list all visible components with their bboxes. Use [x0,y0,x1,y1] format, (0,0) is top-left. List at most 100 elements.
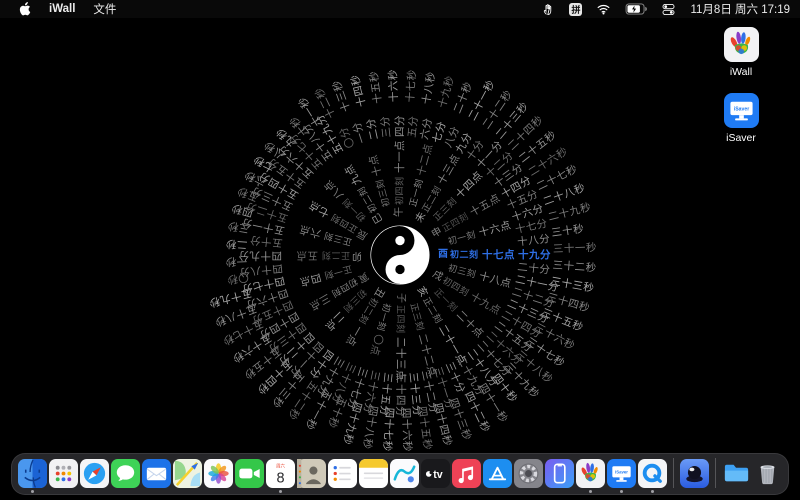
ring-hour-entry: 十点 [367,153,385,178]
dock-item-notes[interactable] [359,458,388,488]
ring-minute-entry: 十八分 [516,233,551,249]
apple-menu-icon[interactable] [10,2,40,16]
ring-hour-entry: 十二点 [415,142,436,178]
running-indicator-dot [620,489,623,493]
dock-item-isaver[interactable]: iSaver [607,458,636,493]
svg-text:iSaver: iSaver [733,106,748,112]
dock-item-appletv[interactable]: tv [421,458,450,488]
ring-quarter-entry: 初一刻 [375,302,393,333]
dock-item-iwall[interactable] [576,458,605,493]
ring-second-entry: 一秒 [224,254,248,268]
dock-item-launchpad[interactable] [49,458,78,488]
dock-item-mail[interactable] [142,458,171,488]
dock: 周六 8 tv iSaver [11,453,789,495]
dock-item-appstore[interactable] [483,458,512,488]
dock-item-calendar[interactable]: 周六 8 [266,458,295,493]
menubar-status-area: 拼 11月8日 周六 17:19 [535,1,800,17]
ring-hour-entry: 二点 [322,308,347,333]
desktop-icon-label: iSaver [726,132,756,144]
ring-minute-entry: 二分 [364,116,382,141]
menubar-left: iWall 文件 [0,1,125,17]
input-source-badge[interactable]: 拼 [569,2,583,16]
ring-hour-entry: 八点 [322,177,347,202]
ring-hour-entry: 二十点 [453,308,486,341]
dock-item-trash[interactable] [753,459,782,488]
ring-quarter-current: 初二刻 [450,249,479,260]
dock-item-iphone-mirroring[interactable] [545,458,574,488]
dock-item-photos[interactable] [204,458,233,488]
ring-hour-entry: 五点 [296,249,318,262]
ring-second-entry: 三十一秒 [552,241,598,256]
dock-item-facetime[interactable] [235,458,264,488]
running-indicator-dot [31,489,34,493]
ring-zhi-entry: 卯 [351,250,363,261]
ring-second-entry: 十八秒 [420,70,438,106]
battery-icon[interactable] [618,3,655,15]
ring-second-entry: 〇秒 [225,270,250,286]
ring-minute-current: 十九分 [518,248,551,261]
ring-hour-entry: 七点 [306,198,332,220]
ring-hour-entry: 六点 [297,222,323,240]
dock-item-ink-app[interactable] [680,458,709,488]
dock-item-finder[interactable] [18,458,47,493]
ring-minute-entry: 五分 [406,115,421,139]
ring-hour-entry: 四点 [298,270,323,288]
yinyang-icon [370,225,430,285]
dock-item-safari[interactable] [80,458,109,488]
ring-second-entry: 二十九秒 [546,201,593,224]
running-indicator-dot [589,489,592,493]
dock-item-settings[interactable] [514,458,543,488]
ring-hour-entry: 十六点 [477,219,513,240]
dock-item-contacts[interactable] [297,458,326,488]
ring-quarter-entry: 正三刻 [322,230,353,248]
iwall-hand-icon[interactable] [535,2,562,16]
svg-text:8: 8 [276,470,284,486]
dock-item-quicktime[interactable] [638,458,667,493]
menubar-datetime[interactable]: 11月8日 周六 17:19 [682,1,790,17]
ring-zhi-entry: 午 [394,206,405,218]
ring-minute-entry: 三分 [379,115,394,139]
ring-second-entry: 十六秒 [387,68,401,103]
ring-hour-entry: 一点 [343,323,365,349]
dock-item-messages[interactable] [111,458,140,488]
app-menu-title[interactable]: iWall [40,3,84,15]
ring-hour-entry: 十四点 [453,169,486,202]
control-center-icon[interactable] [655,3,682,16]
ring-hour-entry: 十八点 [477,270,513,291]
ring-quarter-entry: 正二刻 [321,250,350,261]
dock-item-reminders[interactable] [328,458,357,488]
ring-hour-entry: 十一点 [393,140,406,173]
svg-text:iSaver: iSaver [615,469,628,474]
ring-hour-entry: 三点 [307,291,333,313]
ring-quarter-entry: 初四刻 [394,176,405,205]
menu-file[interactable]: 文件 [84,1,125,17]
dock-item-music[interactable] [452,458,481,488]
dock-item-freeform[interactable] [390,458,419,488]
dock-item-downloads-folder[interactable] [722,459,751,488]
desktop-icons: iWall iSaver iSaver [696,27,786,144]
ring-second-entry: 十五秒 [367,70,385,105]
dock-divider [673,458,674,488]
ring-minute-entry: 四分 [393,115,406,137]
ring-quarter-entry: 正三刻 [408,301,426,333]
menubar: iWall 文件 拼 11月8日 周六 17:19 [0,0,800,18]
ring-hour-entry: 〇点 [367,332,385,358]
ring-second-entry: 四十七秒 [380,407,396,452]
ring-second-entry: 三十二秒 [552,259,597,275]
wifi-icon[interactable] [589,3,618,15]
iwall-app-icon [723,27,759,62]
ring-hour-entry: 十九点 [468,290,503,318]
dock-item-maps[interactable] [173,458,202,488]
ring-quarter-entry: 初三刻 [447,262,478,280]
running-indicator-dot [279,489,282,493]
ring-second-entry: 四十六秒 [399,407,414,453]
desktop-icon-iwall[interactable]: iWall [696,27,786,78]
ring-quarter-entry: 初一刻 [446,229,478,247]
desktop-icon-isaver[interactable]: iSaver iSaver [696,93,786,144]
ring-hour-entry: 十三点 [435,152,463,187]
ring-quarter-entry: 正一刻 [322,263,354,281]
svg-text:tv: tv [433,468,443,480]
ring-zhi-entry: 子 [395,293,406,304]
ring-zhi-current: 酉 [438,249,449,260]
ring-second-entry: 三秒 [226,218,251,235]
